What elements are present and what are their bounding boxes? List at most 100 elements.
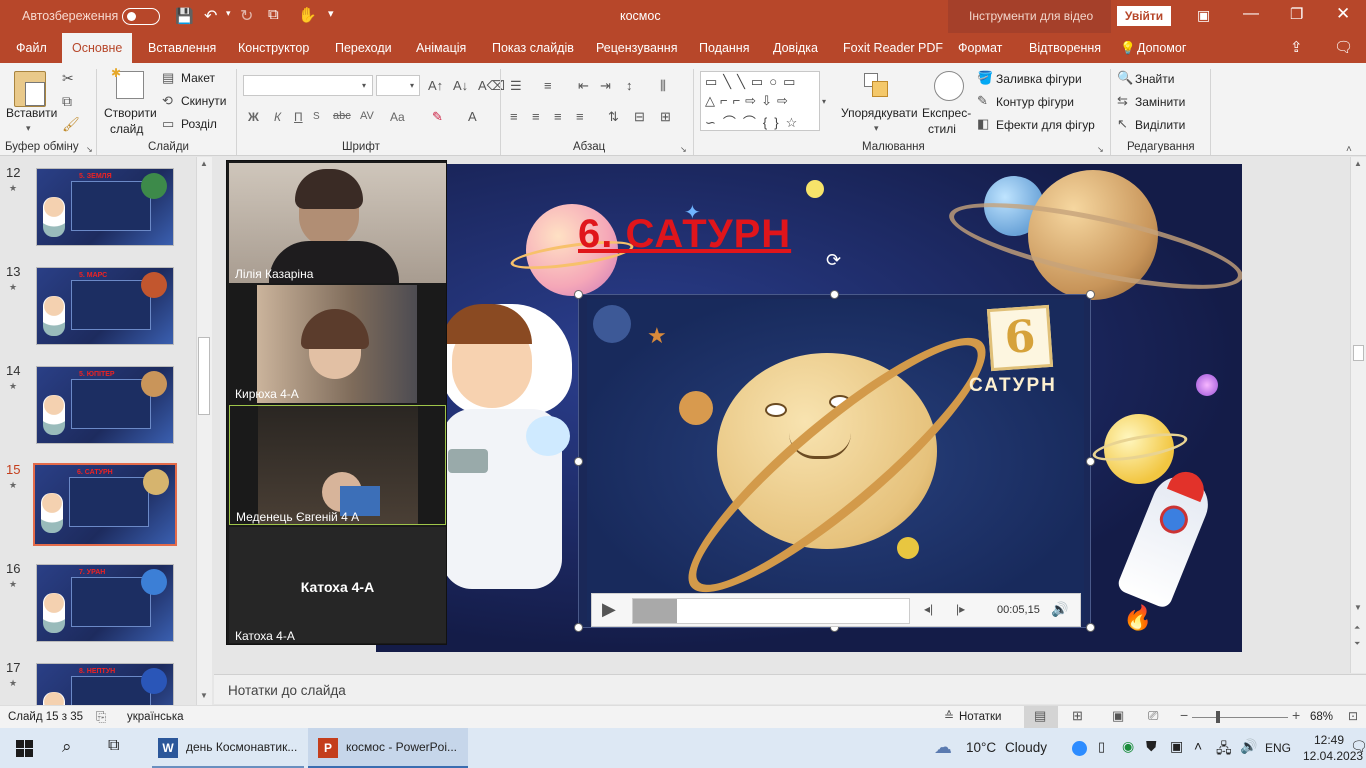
tab-slideshow[interactable]: Показ слайдів bbox=[492, 33, 574, 63]
resize-handle[interactable] bbox=[574, 457, 583, 466]
share-icon[interactable]: ⇪ bbox=[1290, 33, 1303, 63]
network-icon[interactable]: 🖧 bbox=[1216, 738, 1232, 762]
tab-animations[interactable]: Анімація bbox=[416, 33, 466, 63]
increase-font-icon[interactable]: A↑ bbox=[428, 79, 443, 93]
drawing-launcher-icon[interactable]: ↘ bbox=[1097, 143, 1104, 157]
font-color-icon[interactable]: A bbox=[468, 110, 477, 124]
highlight-icon[interactable]: ✎ bbox=[432, 110, 443, 124]
decrease-indent-icon[interactable]: ⇤ bbox=[578, 79, 589, 93]
bullets-icon[interactable]: ☰ bbox=[510, 79, 522, 93]
undo-icon[interactable]: ↶ bbox=[204, 6, 217, 26]
usb-icon[interactable]: ▯ bbox=[1098, 739, 1105, 755]
zoom-slider-thumb[interactable] bbox=[1216, 711, 1221, 723]
spellcheck-icon[interactable]: ⎘ bbox=[96, 709, 106, 725]
paste-button[interactable]: Вставити bbox=[6, 106, 57, 120]
search-icon[interactable]: ⌕ bbox=[62, 737, 72, 757]
tab-home[interactable]: Основне bbox=[62, 33, 133, 63]
strikethrough-button[interactable]: abc bbox=[333, 110, 351, 122]
resize-handle[interactable] bbox=[574, 290, 583, 299]
antivirus-icon[interactable]: ◉ bbox=[1122, 738, 1134, 755]
notes-placeholder[interactable]: Нотатки до слайда bbox=[228, 683, 346, 698]
windows-start-icon[interactable] bbox=[16, 740, 33, 757]
thumbnails-scrollbar[interactable]: ▲ ▼ bbox=[196, 157, 212, 705]
replace-button[interactable]: Замінити bbox=[1135, 95, 1185, 109]
underline-button[interactable]: П bbox=[294, 110, 303, 124]
fit-to-window-icon[interactable]: ⊡ bbox=[1348, 709, 1358, 723]
task-view-icon[interactable]: ⧉ bbox=[108, 737, 119, 755]
section-button[interactable]: Розділ bbox=[181, 117, 217, 131]
volume-icon[interactable]: 🔊 bbox=[1051, 601, 1068, 618]
tab-file[interactable]: Файл bbox=[16, 33, 47, 63]
display-icon[interactable]: ▣ bbox=[1170, 738, 1183, 755]
slide-title[interactable]: 6. САТУРН bbox=[578, 212, 791, 257]
tab-transitions[interactable]: Переходи bbox=[335, 33, 392, 63]
shape-effects-button[interactable]: Ефекти для фігур bbox=[996, 118, 1095, 132]
quick-styles-line2[interactable]: стилі bbox=[928, 122, 956, 136]
taskbar-app-powerpoint[interactable]: P космос - PowerPoi... bbox=[308, 728, 468, 768]
sign-in-button[interactable]: Увійти bbox=[1117, 6, 1171, 26]
tab-format[interactable]: Формат bbox=[958, 33, 1002, 63]
align-center-icon[interactable]: ≡ bbox=[532, 110, 540, 124]
paste-icon[interactable] bbox=[14, 71, 46, 107]
increase-indent-icon[interactable]: ⇥ bbox=[600, 79, 611, 93]
from-beginning-icon[interactable]: ⧉ bbox=[268, 6, 279, 23]
notifications-icon[interactable]: 🗨 bbox=[1350, 738, 1366, 755]
new-slide-button-line2[interactable]: слайд bbox=[110, 122, 143, 136]
find-button[interactable]: Знайти bbox=[1135, 72, 1174, 86]
rotate-handle-icon[interactable]: ⟳ bbox=[826, 250, 841, 271]
quick-styles-line1[interactable]: Експрес- bbox=[922, 106, 971, 120]
arrange-icon[interactable] bbox=[864, 73, 892, 99]
close-icon[interactable]: ✕ bbox=[1336, 4, 1350, 24]
tab-review[interactable]: Рецензування bbox=[596, 33, 677, 63]
notes-pane[interactable]: Нотатки до слайда bbox=[214, 674, 1366, 704]
weather-temperature[interactable]: 10°C bbox=[966, 740, 996, 755]
zoom-slider[interactable] bbox=[1192, 717, 1288, 718]
font-size-dropdown-icon[interactable]: ▾ bbox=[410, 79, 414, 93]
numbering-icon[interactable]: ≡ bbox=[544, 79, 552, 93]
paragraph-launcher-icon[interactable]: ↘ bbox=[680, 143, 687, 157]
text-direction-icon[interactable]: ⇅ bbox=[608, 110, 619, 124]
slide-thumbnail-12[interactable]: 5. ЗЕМЛЯ bbox=[36, 168, 174, 246]
undo-dropdown-icon[interactable]: ▾ bbox=[226, 8, 231, 19]
chevron-up-icon[interactable]: ˄ bbox=[1194, 738, 1202, 754]
slide-sorter-icon[interactable]: ⊞ bbox=[1072, 708, 1083, 724]
tab-view[interactable]: Подання bbox=[699, 33, 749, 63]
align-text-icon[interactable]: ⊟ bbox=[634, 110, 645, 124]
align-right-icon[interactable]: ≡ bbox=[554, 110, 562, 124]
smartart-icon[interactable]: ⊞ bbox=[660, 110, 671, 124]
language-indicator[interactable]: українська bbox=[127, 711, 184, 723]
comments-icon[interactable]: 🗨 bbox=[1334, 33, 1353, 63]
tab-help[interactable]: Довідка bbox=[773, 33, 818, 63]
arrange-dropdown-icon[interactable]: ▾ bbox=[874, 121, 879, 135]
resize-handle[interactable] bbox=[1086, 290, 1095, 299]
italic-button[interactable]: К bbox=[274, 110, 281, 124]
tab-insert[interactable]: Вставлення bbox=[148, 33, 216, 63]
char-spacing-button[interactable]: AV bbox=[360, 110, 374, 122]
paste-dropdown-icon[interactable]: ▾ bbox=[26, 121, 31, 135]
new-slide-icon[interactable]: ✱ bbox=[111, 66, 144, 99]
participant-tile[interactable]: Катоха 4-А Катоха 4-А bbox=[229, 527, 446, 643]
font-name-input[interactable] bbox=[243, 75, 373, 96]
video-object[interactable]: ★ 6 САТУРН ▶ ◂| |▸ 00:05,15 🔊 bbox=[574, 290, 1095, 632]
input-language[interactable]: ENG bbox=[1265, 741, 1291, 755]
customize-qat-icon[interactable]: ▾ bbox=[328, 7, 334, 20]
shape-outline-button[interactable]: Контур фігури bbox=[996, 95, 1074, 109]
layout-button[interactable]: Макет bbox=[181, 71, 215, 85]
resize-handle[interactable] bbox=[1086, 457, 1095, 466]
play-icon[interactable]: ▶ bbox=[602, 599, 616, 620]
step-back-icon[interactable]: ◂| bbox=[924, 602, 933, 616]
cut-icon[interactable]: ✂ bbox=[62, 71, 74, 85]
previous-slide-icon[interactable]: ⏶ bbox=[1354, 623, 1360, 633]
shapes-gallery[interactable]: ▭╲╲▭○▭ △⌐⌐⇨⇩⇨ ∽⌒⌒{}☆ bbox=[700, 71, 820, 131]
slide-thumbnail-16[interactable]: 7. УРАН bbox=[36, 564, 174, 642]
tab-tell-me[interactable]: Допомог bbox=[1137, 33, 1186, 63]
shadow-button[interactable]: S bbox=[313, 111, 320, 122]
align-left-icon[interactable]: ≡ bbox=[510, 110, 518, 124]
minimize-icon[interactable]: — bbox=[1243, 5, 1259, 23]
new-slide-button-line1[interactable]: Створити bbox=[104, 106, 157, 120]
zoom-out-icon[interactable]: − bbox=[1180, 707, 1188, 723]
restore-icon[interactable]: ❐ bbox=[1290, 5, 1303, 23]
touch-mode-icon[interactable]: ✋ bbox=[298, 6, 317, 24]
thumbnails-scroll-thumb[interactable] bbox=[198, 337, 210, 415]
resize-handle[interactable] bbox=[574, 623, 583, 632]
